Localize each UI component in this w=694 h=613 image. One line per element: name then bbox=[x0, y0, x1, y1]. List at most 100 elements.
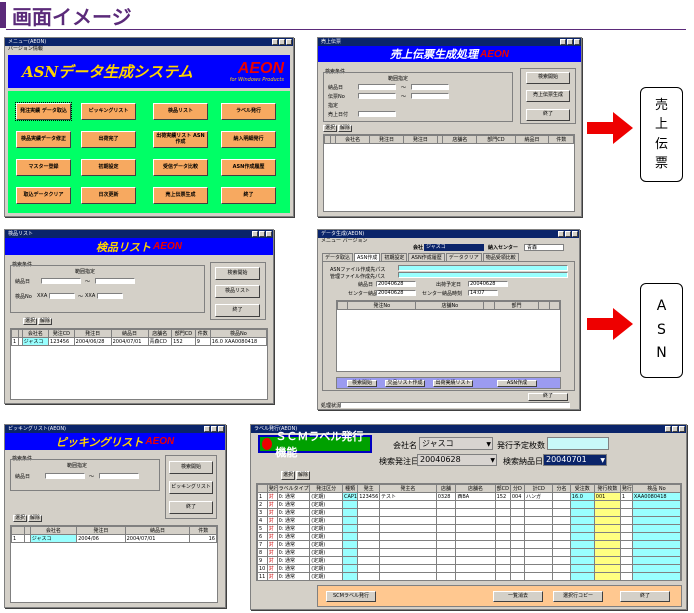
generate-slip-button[interactable]: 売上伝票生成 bbox=[526, 90, 570, 102]
table-row[interactable]: 9 対 0: 通常 (定期) bbox=[257, 556, 681, 565]
select-button[interactable]: 選択 bbox=[323, 125, 337, 132]
search-start-button[interactable]: 検索開始 bbox=[526, 72, 570, 84]
table-cell[interactable]: 0: 通常 bbox=[276, 524, 311, 533]
table-cell[interactable]: 10 bbox=[257, 564, 268, 573]
close-button[interactable] bbox=[218, 426, 224, 432]
table-cell[interactable]: 対 bbox=[266, 556, 278, 565]
table-row[interactable]: 8 対 0: 通常 (定期) bbox=[257, 548, 681, 557]
asn-create-button[interactable]: ASN作成 bbox=[497, 380, 537, 387]
table-cell[interactable]: 対 bbox=[266, 500, 278, 509]
table-cell[interactable]: 対 bbox=[266, 492, 278, 501]
table-row[interactable]: 3 対 0: 通常 (定期) bbox=[257, 508, 681, 517]
exit-button[interactable]: 終了 bbox=[221, 187, 276, 204]
shortage-list-button[interactable]: 欠品リスト作成 bbox=[385, 380, 425, 387]
table-cell[interactable]: 対 bbox=[266, 572, 278, 580]
table-row[interactable]: 6 対 0: 通常 (定期) bbox=[257, 532, 681, 541]
delivery-date-from[interactable] bbox=[45, 473, 85, 479]
clear-list-button[interactable]: 一覧消去 bbox=[493, 591, 543, 602]
table-cell[interactable]: 対 bbox=[266, 548, 278, 557]
table-cell[interactable]: (定期) bbox=[309, 556, 343, 565]
picking-grid[interactable]: 会社名 発注日 納品日 件数 1 ジャスコ 2004/06 2004/07/01… bbox=[10, 525, 218, 603]
table-cell[interactable]: 4 bbox=[257, 516, 268, 525]
table-cell[interactable]: 5 bbox=[257, 524, 268, 533]
table-cell[interactable]: 対 bbox=[266, 516, 278, 525]
table-cell[interactable]: 12 bbox=[258, 581, 268, 582]
tab-import[interactable]: データ取込 bbox=[322, 253, 354, 261]
asn-path-field[interactable] bbox=[398, 265, 568, 271]
table-cell[interactable]: (定期) bbox=[309, 524, 343, 533]
scm-grid[interactable]: 発行ラベルタイプ発注区分種類発主発主名店舗店舗名部CD分D計CD分名受注数発行枚… bbox=[256, 483, 682, 581]
table-row[interactable]: 10 対 0: 通常 (定期) bbox=[257, 564, 681, 573]
table-row[interactable]: 12対0: 通常(定期) bbox=[258, 581, 681, 582]
minimize-button[interactable] bbox=[560, 39, 566, 45]
control-path-field[interactable] bbox=[398, 272, 568, 278]
close-button[interactable] bbox=[679, 426, 685, 432]
table-cell[interactable]: (定期) bbox=[309, 492, 343, 501]
table-cell[interactable]: 0: 通常 bbox=[277, 581, 310, 582]
sales-slip-button[interactable]: 売上伝票生成 bbox=[153, 187, 208, 204]
search-start-button[interactable]: 検索開始 bbox=[347, 380, 377, 387]
table-row[interactable]: 7 対 0: 通常 (定期) bbox=[257, 540, 681, 549]
clear-import-button[interactable]: 取込データクリア bbox=[16, 187, 71, 204]
delivery-date-to[interactable] bbox=[411, 84, 449, 90]
table-cell[interactable]: 6 bbox=[257, 532, 268, 541]
maximize-button[interactable] bbox=[211, 426, 217, 432]
center-time-field[interactable]: 14:07 bbox=[468, 290, 498, 296]
asn-grid[interactable]: 発注No 店舗No 部門 bbox=[336, 300, 561, 372]
table-cell[interactable]: 0: 通常 bbox=[276, 508, 311, 517]
close-button[interactable] bbox=[266, 231, 272, 237]
shipping-list-button[interactable]: 出荷実績リスト bbox=[433, 380, 473, 387]
maximize-button[interactable] bbox=[672, 426, 678, 432]
clear-button[interactable]: 解除 bbox=[296, 471, 310, 480]
exit-button[interactable]: 終了 bbox=[215, 304, 260, 317]
company-select[interactable]: ジャスコ bbox=[424, 244, 484, 251]
menu-version[interactable]: バージョン情報 bbox=[5, 46, 293, 53]
inspection-list-button[interactable]: 検品リスト bbox=[215, 285, 260, 298]
table-cell[interactable]: 0: 通常 bbox=[276, 532, 311, 541]
fix-inspection-button[interactable]: 検品実績データ修正 bbox=[16, 131, 71, 148]
table-row[interactable]: 1対0: 通常(定期)CAP1S123456テスト0328西BA152004ハン… bbox=[257, 492, 681, 501]
delivery-date-from[interactable] bbox=[358, 84, 396, 90]
table-cell[interactable]: 対 bbox=[266, 532, 278, 541]
table-cell[interactable]: 9 bbox=[257, 556, 268, 565]
exit-button[interactable]: 終了 bbox=[169, 501, 213, 514]
delivery-date-to[interactable] bbox=[95, 278, 135, 284]
minimize-button[interactable] bbox=[272, 39, 278, 45]
center-date-field[interactable]: 20040628 bbox=[376, 290, 416, 296]
picking-list-button[interactable]: ピッキングリスト bbox=[169, 481, 213, 494]
table-cell[interactable]: 8 bbox=[257, 548, 268, 557]
delivery-date-to[interactable] bbox=[99, 473, 139, 479]
clear-button[interactable]: 解除 bbox=[38, 318, 52, 325]
master-register-button[interactable]: マスター登録 bbox=[16, 159, 71, 176]
table-cell[interactable]: 7 bbox=[257, 540, 268, 549]
table-cell[interactable]: (定期) bbox=[310, 581, 343, 582]
search-start-button[interactable]: 検索開始 bbox=[215, 267, 260, 280]
table-cell[interactable]: 対 bbox=[266, 540, 278, 549]
company-select[interactable]: ジャスコ ▼ bbox=[419, 437, 493, 450]
select-button[interactable]: 選択 bbox=[281, 471, 295, 480]
maximize-button[interactable] bbox=[567, 39, 573, 45]
table-cell[interactable]: 対 bbox=[266, 564, 278, 573]
label-issue-button[interactable]: ラベル発行 bbox=[221, 103, 276, 120]
table-cell[interactable]: 0: 通常 bbox=[276, 540, 311, 549]
select-button[interactable]: 選択 bbox=[13, 515, 27, 522]
table-cell[interactable]: (定期) bbox=[309, 564, 343, 573]
sales-date-field[interactable] bbox=[358, 111, 396, 117]
inspection-list-button[interactable]: 検品リスト bbox=[153, 103, 208, 120]
daily-update-button[interactable]: 日次更新 bbox=[81, 187, 136, 204]
ship-date-field[interactable]: 20040628 bbox=[468, 281, 508, 287]
tab-history[interactable]: ASN作成履歴 bbox=[408, 253, 445, 261]
initial-settings-button[interactable]: 初期設定 bbox=[81, 159, 136, 176]
tab-asn-create[interactable]: ASN作成 bbox=[354, 253, 381, 261]
center-select[interactable]: 青森 bbox=[524, 244, 564, 251]
table-cell[interactable]: (定期) bbox=[309, 548, 343, 557]
delivery-date-field[interactable]: 20040628 bbox=[376, 281, 416, 287]
close-button[interactable] bbox=[572, 231, 578, 237]
picking-list-button[interactable]: ピッキングリスト bbox=[81, 103, 136, 120]
inspection-grid[interactable]: 会社名 発注CD 発注日 納品日 店舗名 部門CD 件数 検品No 1 ジャスコ… bbox=[10, 328, 268, 400]
tab-settings[interactable]: 初期設定 bbox=[381, 253, 408, 261]
inspection-no-to[interactable] bbox=[97, 293, 123, 299]
scm-label-issue-button[interactable]: SCMラベル発行 bbox=[326, 591, 376, 602]
planned-count-field[interactable] bbox=[547, 437, 609, 450]
shipping-asn-button[interactable]: 出荷実績リスト ASN作成 bbox=[153, 131, 208, 148]
